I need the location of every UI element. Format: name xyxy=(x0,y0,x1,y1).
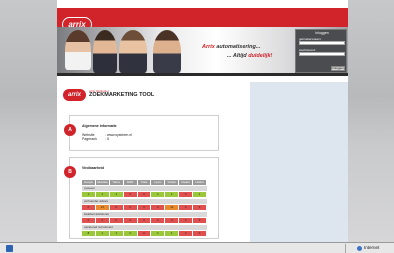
column-header: Track xyxy=(137,180,152,185)
ranking-cell: 0 xyxy=(137,231,152,236)
ranking-cell: 1 xyxy=(95,231,110,236)
findability-panel: B Vindbaarheid Google Altavista Yahoo MS… xyxy=(64,157,219,239)
nav-divider xyxy=(57,73,348,76)
slogan-line-2-accent: duidelijk! xyxy=(248,53,273,59)
ranking-cell: 0 xyxy=(193,205,208,210)
column-header: Google xyxy=(82,180,96,185)
ranking-cell: 1 xyxy=(193,192,208,197)
browser-frame: arrix Arrix automatisering... ... Altijd… xyxy=(0,0,394,253)
globe-icon xyxy=(357,246,362,251)
login-title: Inloggen xyxy=(315,31,329,35)
banner-person-image xyxy=(65,30,91,70)
slogan-line-1-text: automatisering... xyxy=(216,44,261,50)
keyword-group-label: systeem xyxy=(82,186,207,191)
ranking-cell: 1 xyxy=(151,192,166,197)
ranking-cell: 1 xyxy=(165,192,180,197)
ranking-row: 000000000 xyxy=(82,218,208,223)
column-header: Yahoo xyxy=(109,180,124,185)
ranking-cell: 0 xyxy=(123,192,138,197)
column-header: Hotbot xyxy=(193,180,208,185)
pagerank-label: Pagerank xyxy=(82,137,97,141)
ranking-cell: 0 xyxy=(95,218,110,223)
web-page: arrix Arrix automatisering... ... Altijd… xyxy=(57,0,348,242)
general-info-panel: A Algemene informatie Website : www.syst… xyxy=(64,115,219,151)
search-engine-header: Google Altavista Yahoo MSN Track Lycos V… xyxy=(82,180,208,185)
tool-title: ZOEKMARKETING TOOL xyxy=(89,92,155,98)
ranking-row: 0 13 0 0 0 0 12 0 0 xyxy=(82,205,208,210)
ranking-cell: 0 xyxy=(137,218,152,223)
keyword-group-label: kwaliteit advisieren xyxy=(82,212,207,217)
ranking-cell: 0 xyxy=(179,231,194,236)
website-value: : www.systeem.nl xyxy=(105,133,133,137)
ranking-cell: 1 xyxy=(165,231,180,236)
ranking-cell: 0 xyxy=(82,205,96,210)
ranking-cell: 12 xyxy=(165,205,180,210)
general-info-title: Algemene informatie xyxy=(82,124,117,128)
header-bar: arrix xyxy=(57,8,348,32)
right-sidebar xyxy=(250,82,348,242)
ranking-cell: 0 xyxy=(109,205,124,210)
password-input[interactable] xyxy=(299,52,345,56)
tool-logo: arrix xyxy=(63,89,86,101)
section-badge-b: B xyxy=(64,166,76,178)
login-button[interactable]: Inloggen xyxy=(331,66,345,71)
ranking-cell: 0 xyxy=(137,205,152,210)
section-badge-a: A xyxy=(64,124,76,136)
column-header: Vinden xyxy=(165,180,180,185)
pagerank-value: : 5 xyxy=(105,137,109,141)
column-header: Ilsekar xyxy=(179,180,194,185)
status-separator xyxy=(345,244,346,253)
page-background-right xyxy=(348,0,394,242)
ranking-cell: 1 xyxy=(109,231,124,236)
security-zone-label: Internet xyxy=(364,245,380,250)
ranking-cell: 0 xyxy=(123,218,138,223)
ranking-cell: 0 xyxy=(82,218,96,223)
page-background-left xyxy=(0,0,57,242)
column-header: Lycos xyxy=(151,180,166,185)
ranking-cell: 13 xyxy=(95,205,110,210)
banner-person-image xyxy=(153,30,181,73)
ranking-cell: 0 xyxy=(123,205,138,210)
main-content: arrix Arrix Optimizer ZOEKMARKETING TOOL… xyxy=(57,82,250,242)
ranking-cell: 1 xyxy=(109,192,124,197)
ranking-cell: 0 xyxy=(179,205,194,210)
slogan-line-1: Arrix automatisering... xyxy=(202,44,260,50)
ranking-row: 111001101 xyxy=(82,192,208,197)
ranking-cell: 1 xyxy=(151,231,166,236)
page-status-icon xyxy=(6,245,13,252)
username-input[interactable] xyxy=(299,41,345,45)
ranking-cell: 0 xyxy=(151,205,166,210)
ranking-cell: 0 xyxy=(193,231,208,236)
banner-person-image xyxy=(93,30,117,73)
slogan-line-2: ... Altijd duidelijk! xyxy=(227,53,272,59)
slogan-brand: Arrix xyxy=(202,44,215,50)
ranking-cell: 1 xyxy=(95,192,110,197)
ranking-cell: 8 xyxy=(82,231,96,236)
ranking-cell: 0 xyxy=(109,218,124,223)
ranking-cell: 1 xyxy=(82,192,96,197)
ranking-cell: 0 xyxy=(151,218,166,223)
ranking-cell: 0 xyxy=(165,218,180,223)
ranking-cell: 0 xyxy=(137,192,152,197)
ranking-cell: 0 xyxy=(193,218,208,223)
keyword-group-label: verhuurder advies xyxy=(82,199,207,204)
slogan-line-2-prefix: ... Altijd xyxy=(227,53,247,59)
column-header: Altavista xyxy=(95,180,110,185)
findability-title: Vindbaarheid xyxy=(82,166,105,170)
column-header: MSN xyxy=(123,180,138,185)
ranking-cell: 2 xyxy=(123,231,138,236)
ranking-row: 811201100 xyxy=(82,231,208,236)
keyword-group-label: vacatured recruitment xyxy=(82,225,207,230)
login-panel: Inloggen gebruikersnaam: wachtwoord: Inl… xyxy=(295,29,347,73)
ranking-cell: 0 xyxy=(179,192,194,197)
browser-status-bar: Internet xyxy=(0,242,394,253)
ranking-cell: 0 xyxy=(179,218,194,223)
banner-person-image xyxy=(119,30,147,73)
